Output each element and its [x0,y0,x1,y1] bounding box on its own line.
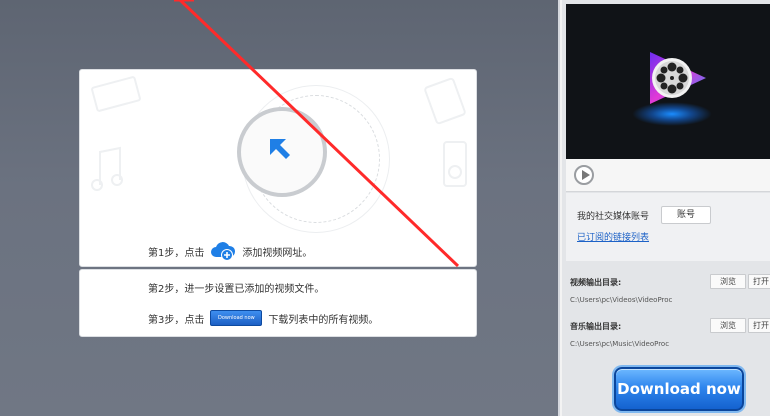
tablet-decoration-icon [424,77,466,125]
social-media-section: 我的社交媒体账号 账号 已订阅的链接列表 [566,193,770,261]
music-output-path: C:\Users\pc\Music\VideoProc [570,340,670,348]
guide-card: 第1步，点击 添加视频网址。 [79,69,477,267]
step1-prefix: 第1步，点击 [148,247,205,259]
step1-suffix: 添加视频网址。 [242,247,313,259]
music-open-button[interactable]: 打开 [748,318,770,333]
video-open-button[interactable]: 打开 [748,274,770,289]
video-browse-button[interactable]: 浏览 [710,274,746,289]
video-output-label: 视频输出目录: [570,278,622,287]
film-strip-decoration-icon [91,76,141,112]
music-note-decoration-icon [91,146,123,191]
step3-suffix: 下载列表中的所有视频。 [268,314,379,326]
step3-prefix: 第3步，点击 [148,314,205,326]
play-icon[interactable] [574,165,594,185]
step3-download-button[interactable]: Download now [210,310,263,326]
videoproc-logo [650,52,706,104]
music-output-label: 音乐输出目录: [570,322,622,331]
steps-card: 第2步，进一步设置已添加的视频文件。 第3步，点击 Download now 下… [79,269,477,337]
music-browse-button[interactable]: 浏览 [710,318,746,333]
subscribed-links-link[interactable]: 已订阅的链接列表 [577,230,649,243]
video-preview [566,4,770,159]
music-player-decoration-icon [443,141,467,187]
video-output-path: C:\Users\pc\Videos\VideoProc [570,296,673,304]
player-controls [566,159,770,192]
social-account-label: 我的社交媒体账号 [577,212,650,222]
step1-text: 第1步，点击 添加视频网址。 [148,240,312,262]
cloud-plus-icon[interactable] [210,240,236,262]
step2-text: 第2步，进一步设置已添加的视频文件。 [148,284,325,295]
right-panel: 我的社交媒体账号 账号 已订阅的链接列表 视频输出目录: 浏览 打开 C:\Us… [560,0,770,416]
upload-arrow-icon[interactable] [266,135,296,165]
step3-text: 第3步，点击 Download now 下载列表中的所有视频。 [148,310,378,326]
account-button[interactable]: 账号 [661,206,711,224]
download-now-button[interactable]: Download now [614,367,744,411]
workspace-area: 第1步，点击 添加视频网址。 第2步，进一步设置已添加的视频文件。 第3步，点击… [0,0,558,416]
